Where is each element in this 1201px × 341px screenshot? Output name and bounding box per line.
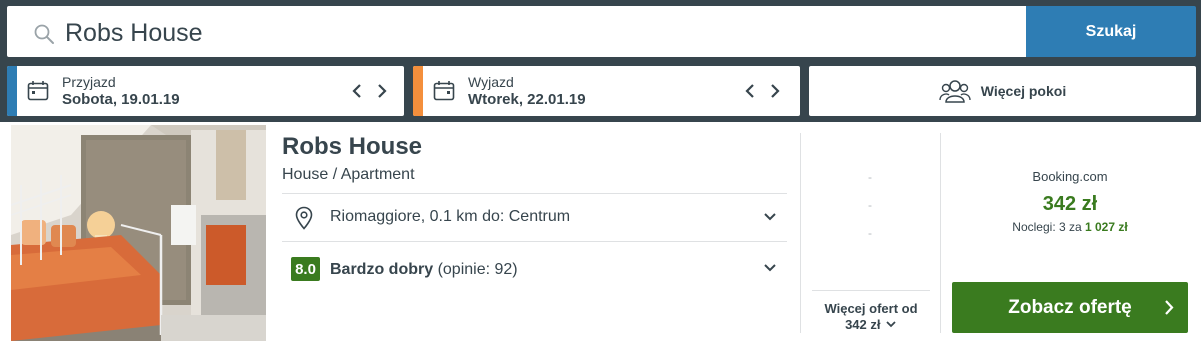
more-rooms-button[interactable]: Więcej pokoi: [809, 66, 1196, 116]
rating-text: Bardzo dobry: [330, 261, 434, 278]
departure-date-picker[interactable]: Wyjazd Wtorek, 22.01.19: [413, 66, 800, 116]
more-offers-price: 342 zł: [845, 317, 881, 332]
more-offers-label: Więcej ofert od: [824, 301, 918, 316]
location-row[interactable]: Riomaggiore, 0.1 km do: Centrum: [282, 196, 787, 240]
arrival-value: Sobota, 19.01.19: [62, 91, 180, 108]
more-offers-button[interactable]: Więcej ofert od 342 zł: [812, 290, 930, 338]
search-value: Robs House: [65, 19, 203, 47]
hotel-type: House / Apartment: [282, 166, 415, 183]
offer-placeholder: -: [868, 198, 872, 212]
chevron-down-icon: [764, 264, 776, 272]
search-header: Robs House Szukaj Przyjazd Sobota, 19.01…: [0, 0, 1201, 122]
chevron-down-icon: [886, 321, 896, 328]
calendar-icon: [27, 81, 49, 101]
rating-score-badge: 8.0: [291, 257, 320, 281]
view-deal-label: Zobacz ofertę: [1008, 296, 1132, 318]
location-text: Riomaggiore, 0.1 km do: Centrum: [330, 208, 571, 225]
search-button[interactable]: Szukaj: [1026, 6, 1196, 57]
hotel-photo[interactable]: [11, 125, 266, 341]
chevron-right-icon: [1165, 300, 1174, 315]
location-pin-icon: [295, 206, 313, 230]
offer-placeholder: -: [868, 226, 872, 240]
nights-total: 1 027 zł: [1085, 220, 1128, 234]
offer-placeholder: -: [868, 170, 872, 184]
divider: [282, 241, 787, 242]
departure-accent-stripe: [413, 66, 423, 116]
chevron-left-icon[interactable]: [348, 80, 366, 102]
calendar-icon: [433, 81, 455, 101]
chevron-right-icon[interactable]: [766, 80, 784, 102]
arrival-date-picker[interactable]: Przyjazd Sobota, 19.01.19: [7, 66, 404, 116]
deal-nights-summary: Noclegi: 3 za 1 027 zł: [945, 220, 1195, 234]
chevron-left-icon[interactable]: [741, 80, 759, 102]
search-icon: [34, 24, 54, 44]
view-deal-button[interactable]: Zobacz ofertę: [952, 282, 1188, 333]
rating-count: (opinie: 92): [437, 261, 518, 278]
divider: [800, 133, 801, 333]
rating-row[interactable]: 8.0 Bardzo dobry (opinie: 92): [282, 247, 787, 291]
departure-label: Wyjazd: [468, 74, 514, 90]
divider: [940, 133, 941, 333]
deal-provider: Booking.com: [1032, 169, 1108, 184]
search-input[interactable]: Robs House: [7, 6, 1026, 57]
hotel-name[interactable]: Robs House: [282, 133, 422, 161]
rating-label: Bardzo dobry (opinie: 92): [330, 261, 518, 279]
hotel-photo-bedroom-image: [11, 125, 266, 341]
more-rooms-label: Więcej pokoi: [980, 83, 1067, 99]
divider: [282, 193, 787, 194]
deal-price: 342 zł: [1042, 193, 1098, 215]
arrival-label: Przyjazd: [62, 74, 116, 90]
nights-prefix: Noclegi: 3 za: [1012, 220, 1085, 234]
arrival-accent-stripe: [7, 66, 17, 116]
departure-value: Wtorek, 22.01.19: [468, 91, 586, 108]
chevron-down-icon: [764, 213, 776, 221]
chevron-right-icon[interactable]: [373, 80, 391, 102]
people-icon: [939, 80, 971, 103]
